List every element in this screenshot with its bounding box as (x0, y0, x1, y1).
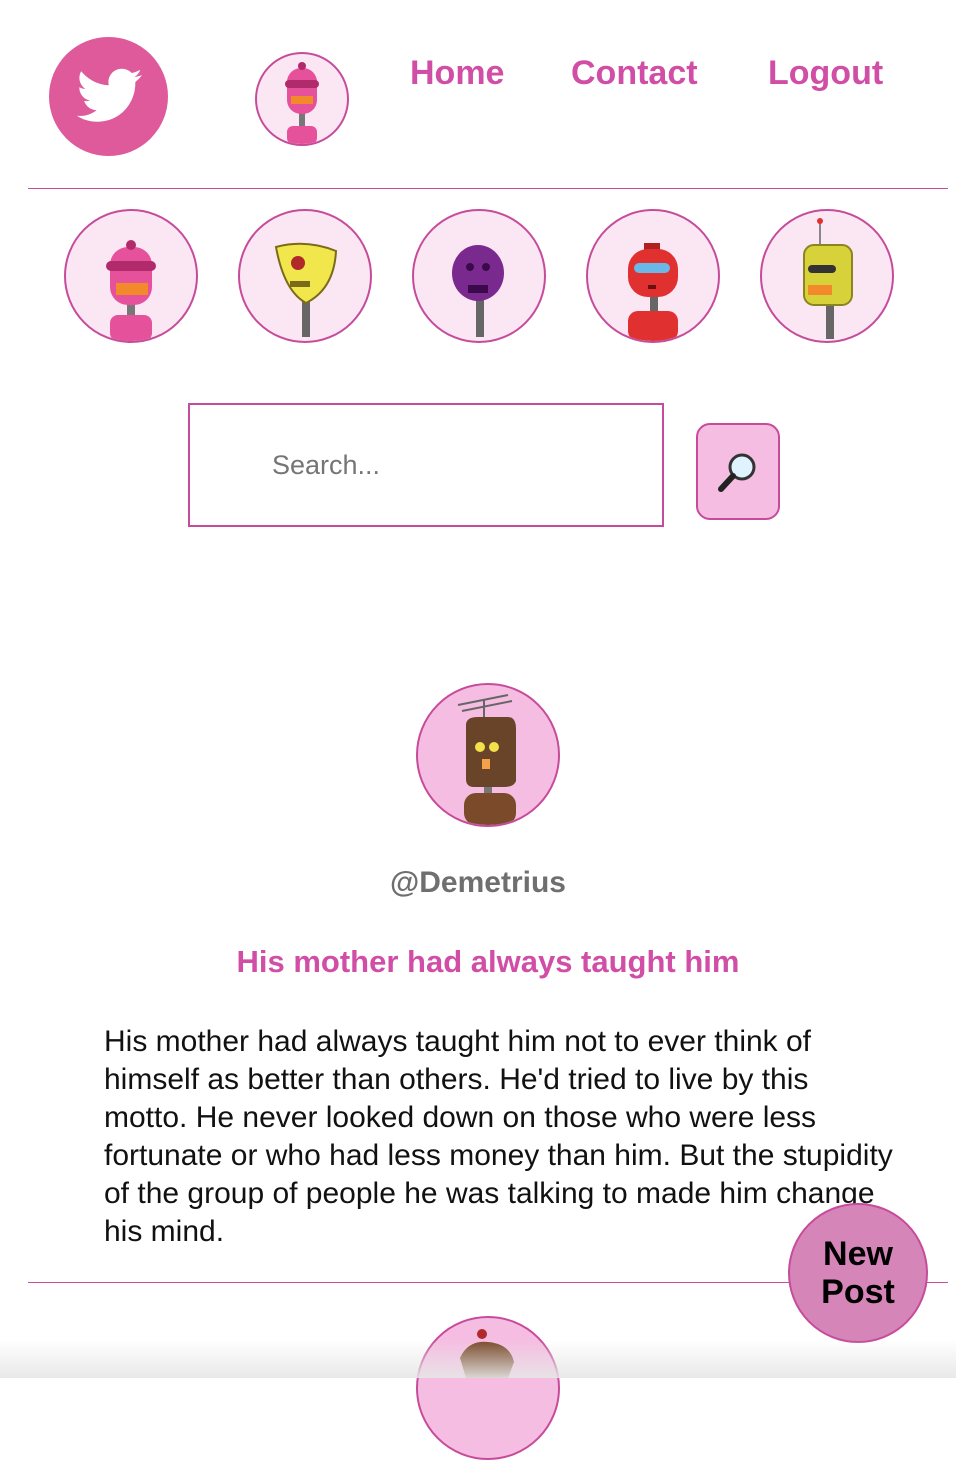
brown-robot-icon (457, 694, 516, 825)
brown-robot-icon (460, 1329, 514, 1378)
next-post-avatar[interactable] (416, 1316, 560, 1460)
robot-avatar-5[interactable] (760, 209, 894, 343)
search-input[interactable] (188, 403, 664, 527)
pink-robot-icon (285, 62, 319, 144)
post-username[interactable]: @Demetrius (0, 866, 956, 900)
post-author-avatar[interactable] (416, 683, 560, 827)
post-title: His mother had always taught him (236, 944, 740, 979)
nav-home[interactable]: Home (410, 54, 504, 93)
logo-button[interactable] (49, 37, 168, 156)
bird-icon (76, 68, 142, 122)
robot-avatar-1[interactable] (64, 209, 198, 343)
robot-avatar-2[interactable] (238, 209, 372, 343)
post-body: His mother had always taught him not to … (104, 1025, 893, 1248)
new-post-button[interactable]: New Post (788, 1203, 928, 1343)
yellow-antenna-robot-icon (803, 218, 853, 339)
robot-avatar-4[interactable] (586, 209, 720, 343)
bottom-fade (0, 1340, 956, 1378)
nav-logout[interactable]: Logout (768, 54, 883, 93)
magnifier-icon (718, 453, 756, 492)
yellow-robot-icon (274, 242, 338, 337)
pink-robot-icon (106, 240, 156, 341)
purple-robot-icon (452, 245, 504, 337)
search-button[interactable] (696, 423, 780, 520)
current-user-avatar[interactable] (255, 52, 349, 146)
nav-contact[interactable]: Contact (571, 54, 698, 93)
header-divider (28, 188, 948, 189)
red-robot-icon (628, 243, 678, 341)
robot-avatar-3[interactable] (412, 209, 546, 343)
